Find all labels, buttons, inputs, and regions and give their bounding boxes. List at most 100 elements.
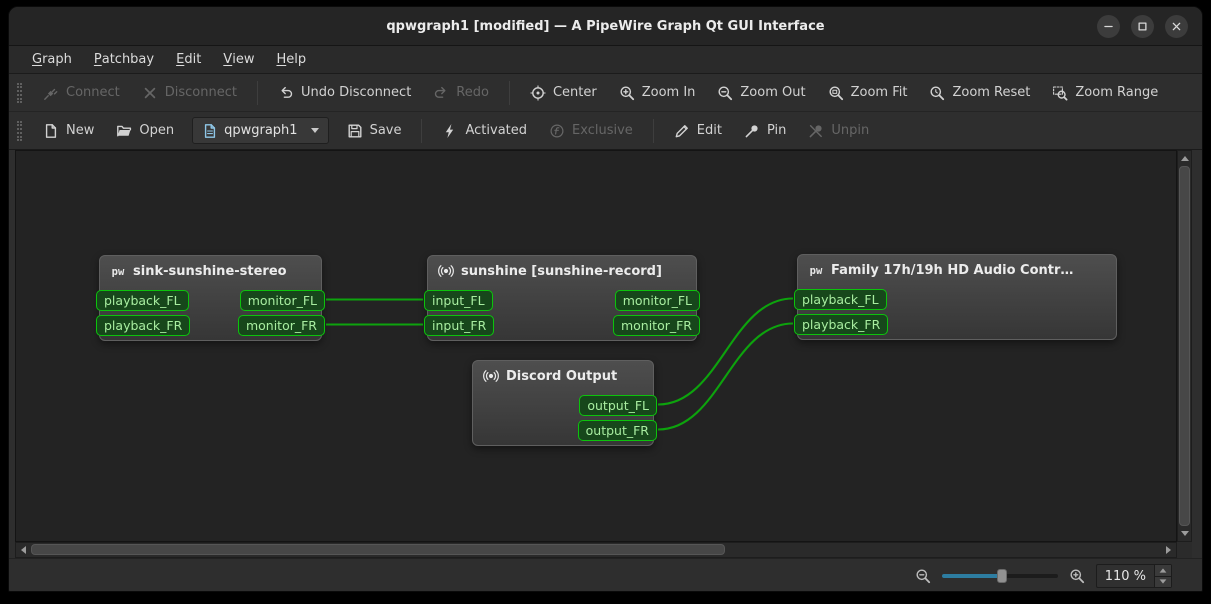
vertical-scrollbar-thumb[interactable]: [1179, 166, 1190, 526]
port-monitor_FL[interactable]: monitor_FL: [614, 290, 700, 311]
graph-node-1[interactable]: pw sink-sunshine-stereo playback_FLplaybac…: [96, 255, 325, 341]
minimize-button[interactable]: [1097, 15, 1120, 38]
node-title: sunshine [sunshine-record]: [461, 263, 662, 279]
menu-graph[interactable]: Graph: [21, 46, 83, 73]
port-playback_FR[interactable]: playback_FR: [794, 314, 889, 335]
zoom-slider-handle[interactable]: [996, 569, 1007, 583]
window-title: qpwgraph1 [modified] — A PipeWire Graph …: [386, 18, 825, 34]
vertical-scrollbar[interactable]: [1177, 150, 1192, 542]
graph-node-4[interactable]: Discord Output output_FL output_FR: [472, 360, 657, 446]
scroll-down-arrow[interactable]: [1178, 527, 1191, 540]
menu-view[interactable]: View: [212, 46, 265, 73]
activated-icon: [442, 123, 458, 139]
toolbar-button-label: Undo Disconnect: [300, 85, 412, 100]
scroll-right-arrow[interactable]: [1162, 543, 1175, 556]
toolbar-drag-handle[interactable]: [17, 82, 22, 103]
zoom-slider-fill: [941, 574, 1002, 578]
spin-up-button[interactable]: [1155, 565, 1171, 577]
connect-icon: [43, 85, 59, 101]
port-output_FR[interactable]: output_FR: [577, 420, 657, 441]
zoom-in-icon[interactable]: [1069, 568, 1085, 584]
zoom-in-button[interactable]: Zoom In: [609, 80, 706, 106]
app-window: qpwgraph1 [modified] — A PipeWire Graph …: [8, 6, 1203, 592]
toolbar-button-label: Unpin: [831, 123, 870, 138]
edit-icon: [674, 123, 690, 139]
titlebar: qpwgraph1 [modified] — A PipeWire Graph …: [9, 7, 1202, 46]
toolbar-button-label: Save: [369, 123, 402, 138]
toolbar-button-label: Center: [552, 85, 597, 100]
zoom-reset-icon: [929, 85, 945, 101]
graph-node-3[interactable]: pw Family 17h/19h HD Audio Contr… playback…: [794, 254, 1117, 340]
pipewire-icon: pw: [808, 262, 824, 278]
toolbar-separator: [508, 80, 510, 105]
disconnect-button: Disconnect: [132, 80, 247, 106]
zoom-reset-button[interactable]: Zoom Reset: [919, 80, 1040, 106]
patchbay-combobox-value: qpwgraph1: [224, 123, 298, 138]
open-icon: [116, 123, 132, 139]
horizontal-scrollbar-thumb[interactable]: [31, 544, 725, 555]
scrollbar-corner: [1177, 542, 1192, 558]
node-header[interactable]: sunshine [sunshine-record]: [428, 256, 696, 283]
zoom-out-icon[interactable]: [915, 568, 931, 584]
chevron-down-icon: [310, 128, 319, 133]
menu-edit[interactable]: Edit: [165, 46, 212, 73]
toolbar-button-label: Exclusive: [572, 123, 633, 138]
menu-patchbay[interactable]: Patchbay: [83, 46, 165, 73]
node-header[interactable]: pw Family 17h/19h HD Audio Contr…: [798, 255, 1116, 282]
maximize-button[interactable]: [1131, 15, 1154, 38]
toolbar-separator: [421, 118, 423, 143]
new-button[interactable]: New: [33, 118, 104, 144]
patchbay-combobox[interactable]: qpwgraph1: [192, 117, 329, 144]
port-output_FL[interactable]: output_FL: [579, 395, 657, 416]
zoom-out-button[interactable]: Zoom Out: [707, 80, 815, 106]
node-header[interactable]: Discord Output: [473, 361, 653, 388]
zoom-fit-icon: [828, 85, 844, 101]
redo-icon: [433, 85, 449, 101]
graph-node-2[interactable]: sunshine [sunshine-record] input_FL input_…: [424, 255, 700, 341]
horizontal-scrollbar[interactable]: [15, 542, 1177, 558]
toolbar-button-label: Open: [139, 123, 175, 138]
undo-disconnect-button[interactable]: Undo Disconnect: [268, 80, 421, 106]
window-controls: [1097, 15, 1188, 38]
unpin-icon: [808, 123, 824, 139]
zoom-range-button[interactable]: Zoom Range: [1042, 80, 1168, 106]
port-monitor_FR[interactable]: monitor_FR: [612, 315, 700, 336]
toolbar-button-label: New: [66, 123, 95, 138]
save-button[interactable]: Save: [337, 118, 412, 144]
center-button[interactable]: Center: [520, 80, 607, 106]
save-icon: [347, 123, 363, 139]
menu-help[interactable]: Help: [265, 46, 317, 73]
zoom-spinbox[interactable]: 110 %: [1095, 564, 1172, 588]
port-monitor_FR[interactable]: monitor_FR: [237, 315, 325, 336]
zoom-range-icon: [1052, 85, 1068, 101]
port-input_FL[interactable]: input_FL: [424, 290, 493, 311]
port-playback_FL[interactable]: playback_FL: [794, 289, 887, 310]
toolbar-drag-handle[interactable]: [17, 120, 22, 141]
patchbay-icon: [202, 123, 218, 139]
node-title: sink-sunshine-stereo: [133, 263, 287, 279]
toolbar-separator: [256, 80, 258, 105]
activated-button[interactable]: Activated: [432, 118, 537, 144]
zoom-slider[interactable]: [941, 567, 1058, 585]
port-playback_FL[interactable]: playback_FL: [96, 290, 189, 311]
open-button[interactable]: Open: [106, 118, 184, 144]
pin-button[interactable]: Pin: [734, 118, 796, 144]
scroll-up-arrow[interactable]: [1178, 152, 1191, 165]
statusbar: 110 %: [9, 558, 1202, 591]
close-button[interactable]: [1165, 15, 1188, 38]
node-title: Family 17h/19h HD Audio Contr…: [831, 262, 1074, 278]
port-playback_FR[interactable]: playback_FR: [96, 315, 191, 336]
edit-button[interactable]: Edit: [664, 118, 732, 144]
spin-down-button[interactable]: [1155, 576, 1171, 587]
audio-device-icon: [483, 368, 499, 384]
port-input_FR[interactable]: input_FR: [424, 315, 495, 336]
zoom-fit-button[interactable]: Zoom Fit: [818, 80, 918, 106]
connect-button: Connect: [33, 80, 130, 106]
graph-canvas[interactable]: pw sink-sunshine-stereo playback_FL playbac…: [15, 150, 1177, 542]
scroll-left-arrow[interactable]: [17, 543, 30, 556]
port-monitor_FL[interactable]: monitor_FL: [239, 290, 325, 311]
maximize-icon: [1135, 19, 1150, 34]
audio-device-icon: [438, 263, 454, 279]
node-header[interactable]: pw sink-sunshine-stereo: [100, 256, 321, 283]
toolbar-button-label: Zoom In: [641, 85, 696, 100]
